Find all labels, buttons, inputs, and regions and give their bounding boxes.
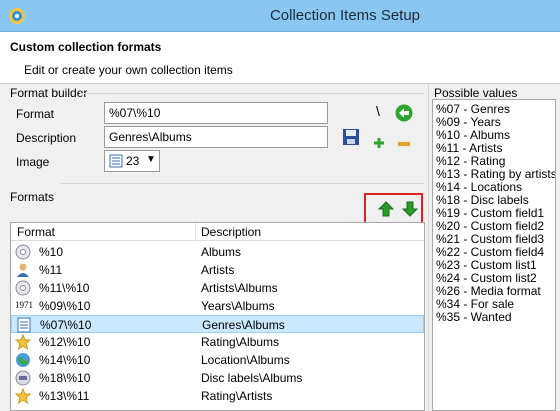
table-row[interactable]: %07\%10 Genres\Albums xyxy=(11,315,424,333)
description-input[interactable]: Genres\Albums xyxy=(104,126,328,148)
list-item[interactable]: %35 - Wanted xyxy=(436,310,512,324)
table-row[interactable]: %18\%10 Disc labels\Albums xyxy=(11,369,424,387)
row-format-cell: %18\%10 xyxy=(39,371,91,385)
formats-divider xyxy=(60,183,424,184)
list-item[interactable]: %18 - Disc labels xyxy=(436,193,529,207)
star-icon xyxy=(14,333,32,351)
column-header-description[interactable]: Description xyxy=(201,225,261,239)
row-format-cell: %10 xyxy=(39,245,64,259)
column-separator[interactable] xyxy=(195,223,196,241)
add-icon[interactable] xyxy=(373,137,385,149)
list-item[interactable]: %23 - Custom list1 xyxy=(436,258,537,272)
document-list-icon xyxy=(16,317,32,333)
list-item[interactable]: %07 - Genres xyxy=(436,102,510,116)
format-input[interactable]: %07\%10 xyxy=(104,102,328,124)
insert-backslash-button[interactable]: \ xyxy=(376,103,380,119)
panel-splitter[interactable] xyxy=(428,84,429,411)
formats-label: Formats xyxy=(10,190,55,204)
move-down-arrow-icon[interactable] xyxy=(402,201,418,217)
row-format-cell: %11 xyxy=(39,263,63,277)
cd-disc-icon xyxy=(15,280,31,296)
list-item[interactable]: %21 - Custom field3 xyxy=(436,232,544,246)
row-format-cell: %07\%10 xyxy=(40,318,92,332)
list-item[interactable]: %24 - Custom list2 xyxy=(436,271,537,285)
list-item[interactable]: %22 - Custom field4 xyxy=(436,245,544,259)
formats-table[interactable]: Format Description %10 Albums %11 Artists %1… xyxy=(10,222,425,411)
row-description-cell: Artists\Albums xyxy=(201,281,278,295)
remove-icon[interactable] xyxy=(398,141,410,147)
apply-back-icon[interactable] xyxy=(395,104,413,122)
row-description-cell: Years\Albums xyxy=(201,299,275,313)
table-row[interactable]: 1971 %09\%10 Years\Albums xyxy=(11,297,424,315)
formats-table-header: Format Description xyxy=(11,223,424,241)
list-item[interactable]: %09 - Years xyxy=(436,115,501,129)
table-row[interactable]: %10 Albums xyxy=(11,243,424,261)
star-icon xyxy=(14,387,32,405)
list-item[interactable]: %20 - Custom field2 xyxy=(436,219,544,233)
image-select[interactable]: 23 ▼ xyxy=(104,150,160,172)
person-icon xyxy=(15,262,31,278)
header-title: Custom collection formats xyxy=(10,40,162,54)
row-description-cell: Rating\Albums xyxy=(201,335,280,349)
reorder-buttons-highlight xyxy=(364,193,423,224)
list-item[interactable]: %19 - Custom field1 xyxy=(436,206,544,220)
row-format-cell: %09\%10 xyxy=(39,299,91,313)
list-item[interactable]: %12 - Rating xyxy=(436,154,505,168)
list-item[interactable]: %34 - For sale xyxy=(436,297,514,311)
row-description-cell: Artists xyxy=(201,263,235,277)
row-format-cell: %12\%10 xyxy=(39,335,91,349)
save-icon[interactable] xyxy=(342,128,360,146)
table-row[interactable]: %14\%10 Location\Albums xyxy=(11,351,424,369)
image-label: Image xyxy=(16,155,50,169)
row-description-cell: Disc labels\Albums xyxy=(201,371,303,385)
window-title: Collection Items Setup xyxy=(269,7,421,24)
row-format-cell: %13\%11 xyxy=(39,389,90,403)
possible-values-label: Possible values xyxy=(434,86,518,100)
column-header-format[interactable]: Format xyxy=(17,225,55,239)
chevron-down-icon: ▼ xyxy=(146,154,156,165)
title-bar[interactable]: Collection Items Setup xyxy=(0,0,560,32)
row-description-cell: Albums xyxy=(201,245,242,259)
row-description-cell: Genres\Albums xyxy=(202,318,285,332)
list-item[interactable]: %13 - Rating by artists xyxy=(436,167,555,181)
header-subtitle: Edit or create your own collection items xyxy=(24,63,233,77)
row-description-cell: Location\Albums xyxy=(201,353,290,367)
globe-icon xyxy=(15,352,31,368)
move-up-arrow-icon[interactable] xyxy=(378,201,394,217)
possible-values-list[interactable]: %07 - Genres %09 - Years %10 - Albums %11 -… xyxy=(432,99,556,411)
cd-disc-icon xyxy=(15,244,31,260)
table-row[interactable]: %12\%10 Rating\Albums xyxy=(11,333,424,351)
list-item[interactable]: %11 - Artists xyxy=(436,141,502,155)
document-list-icon xyxy=(109,154,123,168)
format-label: Format xyxy=(16,107,55,121)
format-builder-label: Format builder xyxy=(10,86,88,100)
table-row[interactable]: %11\%10 Artists\Albums xyxy=(11,279,424,297)
description-label: Description xyxy=(16,131,77,145)
table-row[interactable]: %13\%11 Rating\Artists xyxy=(11,387,424,405)
row-description-cell: Rating\Artists xyxy=(201,389,273,403)
image-select-value: 23 xyxy=(126,154,140,168)
table-row[interactable]: %11 Artists xyxy=(11,261,424,279)
row-format-cell: %14\%10 xyxy=(39,353,91,367)
year-icon: 1971 xyxy=(15,300,33,310)
list-item[interactable]: %14 - Locations xyxy=(436,180,522,194)
format-builder-divider xyxy=(80,93,424,94)
header-panel: Custom collection formats Edit or create… xyxy=(0,32,560,84)
list-item[interactable]: %26 - Media format xyxy=(436,284,541,298)
disc-label-icon xyxy=(15,370,31,386)
row-format-cell: %11\%10 xyxy=(39,281,90,295)
list-item[interactable]: %10 - Albums xyxy=(436,128,510,142)
